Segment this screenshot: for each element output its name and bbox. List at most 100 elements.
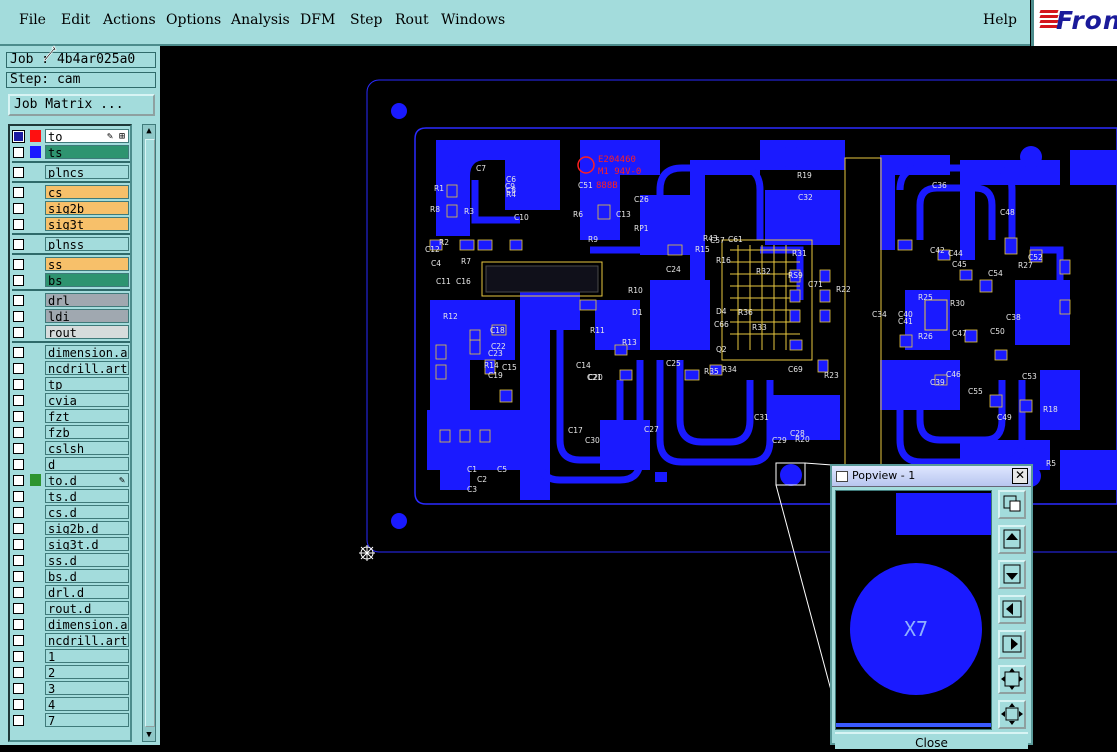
layer-color-swatch[interactable] <box>30 130 41 142</box>
layer-row[interactable]: 7 <box>10 713 132 728</box>
layer-checkbox[interactable] <box>13 275 24 286</box>
layer-checkbox[interactable] <box>13 347 24 358</box>
layer-name[interactable]: ts <box>45 145 129 159</box>
layer-row[interactable]: dimension.ar <box>10 617 132 632</box>
layer-row[interactable]: ncdrill.art <box>10 633 132 648</box>
layer-name[interactable]: plnss <box>45 237 129 251</box>
layer-row[interactable]: cs <box>10 185 132 200</box>
layer-checkbox[interactable] <box>13 147 24 158</box>
layer-name[interactable]: ldi <box>45 309 129 323</box>
pan-right-icon[interactable] <box>998 630 1026 659</box>
layer-row[interactable]: to.d ✎ <box>10 473 132 488</box>
layer-name[interactable]: dimension.ar <box>45 345 129 359</box>
layer-checkbox[interactable] <box>13 443 24 454</box>
layer-checkbox[interactable] <box>13 475 24 486</box>
layer-checkbox[interactable] <box>13 203 24 214</box>
layer-checkbox[interactable] <box>13 311 24 322</box>
layer-row[interactable]: drl.d <box>10 585 132 600</box>
menu-windows[interactable]: Windows <box>441 12 505 28</box>
layer-row[interactable]: plncs <box>10 165 132 180</box>
layer-row[interactable]: bs <box>10 273 132 288</box>
layer-row[interactable]: tp <box>10 377 132 392</box>
layer-name[interactable]: 2 <box>45 665 129 679</box>
layer-checkbox[interactable] <box>13 683 24 694</box>
window-menu-icon[interactable] <box>836 471 848 482</box>
layer-checkbox[interactable] <box>13 239 24 250</box>
layer-name[interactable]: sig2b <box>45 201 129 215</box>
layer-name[interactable]: sig2b.d <box>45 521 129 535</box>
layer-checkbox[interactable] <box>13 715 24 726</box>
layer-row[interactable]: ncdrill.art <box>10 361 132 376</box>
layer-row[interactable]: cvia <box>10 393 132 408</box>
layer-name[interactable]: bs <box>45 273 129 287</box>
layer-color-swatch[interactable] <box>30 146 41 158</box>
layer-color-swatch[interactable] <box>30 474 41 486</box>
layer-name[interactable]: fzt <box>45 409 129 423</box>
layer-checkbox[interactable] <box>13 295 24 306</box>
layer-row[interactable]: sig2b.d <box>10 521 132 536</box>
menu-edit[interactable]: Edit <box>61 12 90 28</box>
popview-close-button[interactable]: Close <box>835 732 1028 750</box>
menu-analysis[interactable]: Analysis <box>231 12 290 28</box>
layer-row[interactable]: drl <box>10 293 132 308</box>
fit-all-icon[interactable] <box>998 665 1026 694</box>
layer-name[interactable]: ncdrill.art <box>45 633 129 647</box>
layer-checkbox[interactable] <box>13 619 24 630</box>
layer-row[interactable]: 3 <box>10 681 132 696</box>
layer-row[interactable]: 4 <box>10 697 132 712</box>
menu-actions[interactable]: Actions <box>103 12 156 28</box>
job-matrix-button[interactable]: Job Matrix ... <box>8 94 155 116</box>
layer-name[interactable]: 1 <box>45 649 129 663</box>
layer-row[interactable]: fzt <box>10 409 132 424</box>
layer-row[interactable]: ldi <box>10 309 132 324</box>
layer-row[interactable]: sig2b <box>10 201 132 216</box>
layer-row[interactable]: d <box>10 457 132 472</box>
layer-row[interactable]: cslsh <box>10 441 132 456</box>
layer-checkbox[interactable] <box>13 259 24 270</box>
pan-down-icon[interactable] <box>998 560 1026 589</box>
layer-checkbox[interactable] <box>13 667 24 678</box>
layer-row[interactable]: plnss <box>10 237 132 252</box>
layer-name[interactable]: 3 <box>45 681 129 695</box>
layer-name[interactable]: d <box>45 457 129 471</box>
layer-checkbox[interactable] <box>13 523 24 534</box>
layer-checkbox[interactable] <box>13 635 24 646</box>
layer-name[interactable]: ss.d <box>45 553 129 567</box>
layer-checkbox[interactable] <box>13 539 24 550</box>
layer-name[interactable]: cslsh <box>45 441 129 455</box>
layer-row[interactable]: 2 <box>10 665 132 680</box>
layer-checkbox[interactable] <box>13 411 24 422</box>
layer-row[interactable]: sig3t <box>10 217 132 232</box>
scroll-thumb[interactable] <box>145 139 155 727</box>
layer-list-scrollbar[interactable]: ▲ ▼ <box>142 124 156 742</box>
pan-up-icon[interactable] <box>998 525 1026 554</box>
layer-name[interactable]: 7 <box>45 713 129 727</box>
layer-name[interactable]: fzb <box>45 425 129 439</box>
layer-name[interactable]: to ✎ ⊞ <box>45 129 129 143</box>
layer-row[interactable]: dimension.ar <box>10 345 132 360</box>
layer-row[interactable]: ts <box>10 145 132 160</box>
menu-help[interactable]: Help <box>983 12 1017 28</box>
layer-checkbox[interactable] <box>13 187 24 198</box>
layer-row[interactable]: to ✎ ⊞ <box>10 129 132 144</box>
layer-checkbox[interactable] <box>13 507 24 518</box>
zoom-out-icon[interactable] <box>998 700 1026 729</box>
menu-rout[interactable]: Rout <box>395 12 429 28</box>
layer-row[interactable]: sig3t.d <box>10 537 132 552</box>
layer-checkbox[interactable] <box>13 219 24 230</box>
layer-name[interactable]: rout.d <box>45 601 129 615</box>
layer-name[interactable]: dimension.ar <box>45 617 129 631</box>
layer-name[interactable]: ncdrill.art <box>45 361 129 375</box>
scroll-down-icon[interactable]: ▼ <box>144 730 154 740</box>
close-icon[interactable]: ✕ <box>1012 468 1028 484</box>
layer-checkbox[interactable] <box>13 651 24 662</box>
layer-checkbox[interactable] <box>13 603 24 614</box>
layer-checkbox[interactable] <box>13 459 24 470</box>
layer-checkbox[interactable] <box>13 571 24 582</box>
layer-name[interactable]: drl.d <box>45 585 129 599</box>
layer-row[interactable]: bs.d <box>10 569 132 584</box>
layer-name[interactable]: 4 <box>45 697 129 711</box>
layer-checkbox[interactable] <box>13 555 24 566</box>
zoom-window-icon[interactable] <box>998 490 1026 519</box>
menu-options[interactable]: Options <box>166 12 221 28</box>
